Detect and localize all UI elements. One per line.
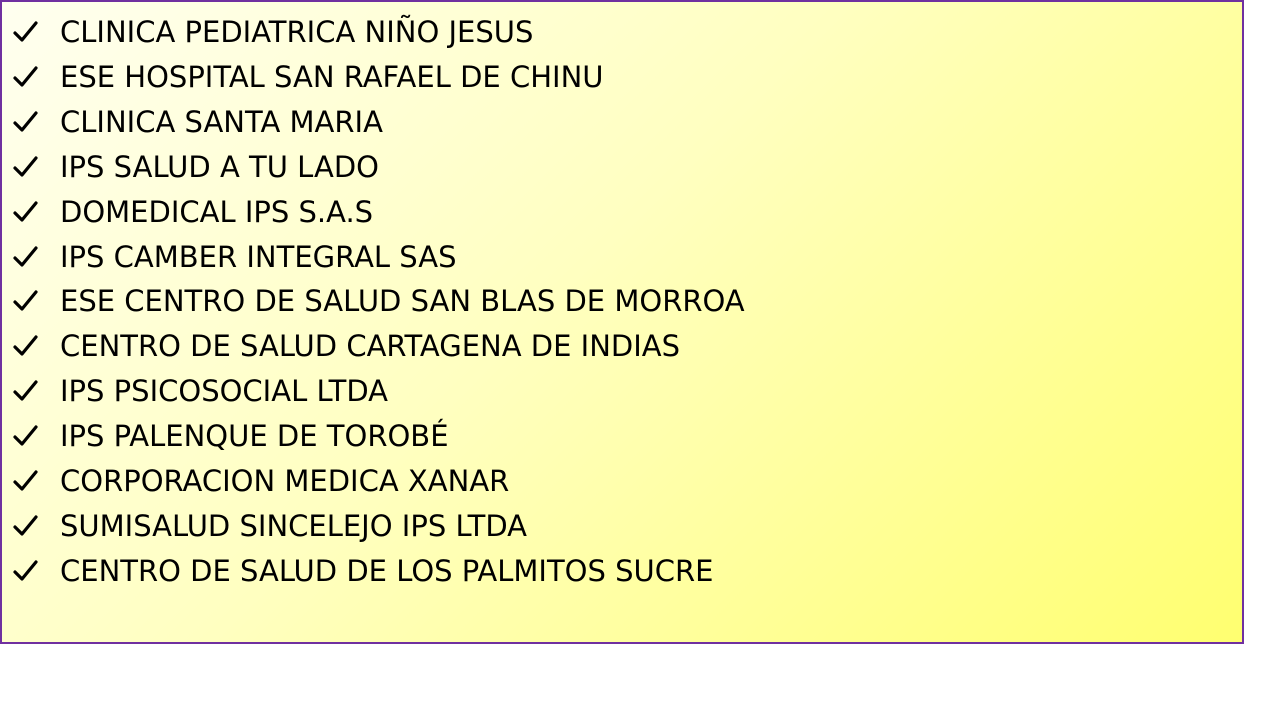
checkmark-icon bbox=[13, 201, 38, 222]
slide: CLINICA PEDIATRICA NIÑO JESUS ESE HOSPIT… bbox=[0, 0, 1280, 720]
list-item-label: IPS PSICOSOCIAL LTDA bbox=[60, 374, 388, 409]
list-item-label: CENTRO DE SALUD CARTAGENA DE INDIAS bbox=[60, 329, 681, 364]
list-item-label: ESE CENTRO DE SALUD SAN BLAS DE MORROA bbox=[60, 284, 745, 319]
institution-list-box: CLINICA PEDIATRICA NIÑO JESUS ESE HOSPIT… bbox=[0, 0, 1244, 644]
checkmark-icon bbox=[13, 111, 38, 132]
checkmark-icon bbox=[13, 515, 38, 536]
list-item-label: CLINICA PEDIATRICA NIÑO JESUS bbox=[60, 15, 534, 50]
list-item-label: IPS CAMBER INTEGRAL SAS bbox=[60, 239, 457, 274]
list-item-label: ESE HOSPITAL SAN RAFAEL DE CHINU bbox=[60, 60, 604, 95]
list-item-label: DOMEDICAL IPS S.A.S bbox=[60, 194, 374, 229]
checkmark-icon bbox=[13, 21, 38, 43]
checkmark-icon bbox=[13, 470, 38, 491]
list-item-label: CORPORACION MEDICA XANAR bbox=[60, 463, 510, 498]
checkmark-icon bbox=[13, 246, 38, 267]
checkmark-icon bbox=[13, 559, 38, 581]
list-item-label: IPS SALUD A TU LADO bbox=[60, 149, 379, 184]
checkmark-icon bbox=[13, 66, 38, 87]
checkmark-icon bbox=[13, 380, 38, 401]
list-item-label: CENTRO DE SALUD DE LOS PALMITOS SUCRE bbox=[60, 553, 714, 588]
checkmark-icon bbox=[13, 335, 38, 356]
checkmark-icon bbox=[13, 156, 38, 177]
checkmark-icon bbox=[13, 290, 38, 312]
list-item-label: CLINICA SANTA MARIA bbox=[60, 105, 383, 140]
list-item-label: IPS PALENQUE DE TOROBÉ bbox=[60, 419, 449, 454]
checkmark-icon bbox=[13, 425, 38, 446]
list-item-label: SUMISALUD SINCELEJO IPS LTDA bbox=[60, 508, 527, 543]
